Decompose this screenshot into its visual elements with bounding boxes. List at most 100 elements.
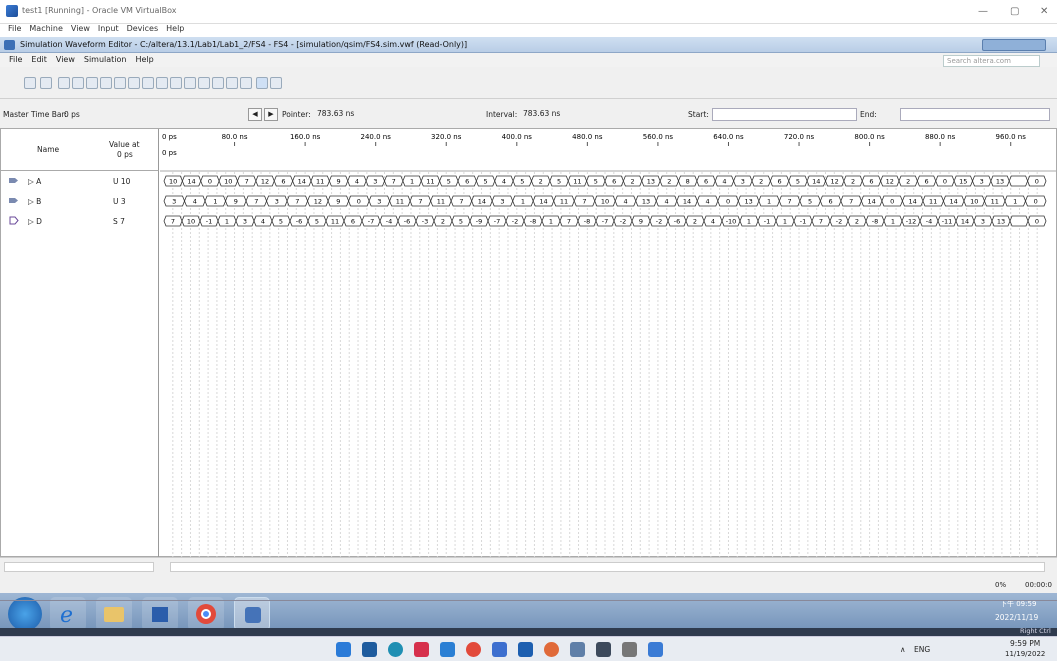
language-indicator[interactable]: ENG: [914, 645, 930, 654]
menu-help[interactable]: Help: [166, 24, 184, 33]
time-tick-label: 800.0 ns: [854, 133, 885, 141]
dont-care-icon[interactable]: [142, 77, 154, 89]
menu-machine[interactable]: Machine: [29, 24, 63, 33]
low-value-icon[interactable]: [58, 77, 70, 89]
clock-icon[interactable]: [184, 77, 196, 89]
pointer-label: Pointer:: [282, 110, 311, 119]
high-value-icon[interactable]: [72, 77, 84, 89]
master-time-bar-value[interactable]: 0 ps: [64, 110, 80, 119]
grid-icon[interactable]: [240, 77, 252, 89]
bus-value-label: 7: [245, 178, 249, 186]
time-bar: Master Time Bar: 0 ps ◀ ▶ Pointer: 783.6…: [0, 107, 1057, 123]
bus-value-label: -4: [386, 218, 392, 226]
bus-value-label: 1: [549, 218, 553, 226]
bus-value-label: 7: [171, 218, 175, 226]
timing-sim-icon[interactable]: [270, 77, 282, 89]
chrome-icon[interactable]: [188, 597, 224, 631]
file-icon[interactable]: [492, 642, 507, 657]
q-menu-help[interactable]: Help: [136, 53, 154, 67]
bus-value-label: 4: [502, 178, 506, 186]
random-values-icon[interactable]: [198, 77, 210, 89]
minimize-button[interactable]: —: [978, 6, 988, 17]
bus-value-label: 0: [1035, 178, 1039, 186]
windows-start-icon[interactable]: [336, 642, 351, 657]
quartus-icon: [4, 40, 15, 50]
select-tool-icon[interactable]: [24, 77, 36, 89]
bus-value-label: 3: [741, 178, 745, 186]
bus-value-label: 15: [959, 178, 967, 186]
arbitrary-value-icon[interactable]: [212, 77, 224, 89]
bus-value-label: 3: [981, 218, 985, 226]
bus-value-label: 4: [711, 218, 715, 226]
bus-value-label: 13: [997, 218, 1005, 226]
close-button[interactable]: ✕: [1040, 6, 1048, 17]
q-menu-view[interactable]: View: [56, 53, 75, 67]
bus-value-label: 14: [950, 198, 958, 206]
menu-devices[interactable]: Devices: [127, 24, 159, 33]
next-transition-button[interactable]: ▶: [264, 108, 278, 121]
wave-scrollbar[interactable]: [170, 562, 1045, 572]
bus-value-label: -6: [404, 218, 410, 226]
start-orb-icon[interactable]: [8, 597, 42, 631]
q-menu-simulation[interactable]: Simulation: [84, 53, 127, 67]
q-menu-file[interactable]: File: [9, 53, 22, 67]
quartus-menu-bar: File Edit View Simulation Help: [0, 53, 1057, 67]
bus-value-label: -8: [872, 218, 878, 226]
horizontal-scrollbar[interactable]: [0, 557, 1057, 575]
search-icon[interactable]: [362, 642, 377, 657]
invert-icon[interactable]: [156, 77, 168, 89]
bus-value-label: 5: [459, 218, 463, 226]
search-input[interactable]: Search altera.com: [943, 55, 1040, 67]
unknown-value-icon[interactable]: [86, 77, 98, 89]
ie-icon[interactable]: e: [50, 597, 86, 631]
count-value-icon[interactable]: [170, 77, 182, 89]
bus-value-label: 6: [465, 178, 469, 186]
quartus-task-icon[interactable]: [234, 597, 270, 631]
window-controls[interactable]: [982, 39, 1046, 51]
left-scrollbar[interactable]: [4, 562, 154, 572]
weak-high-icon[interactable]: [128, 77, 140, 89]
chrome-host-icon[interactable]: [466, 642, 481, 657]
menu-view[interactable]: View: [71, 24, 90, 33]
bus-value-label: 9: [336, 198, 340, 206]
menu-file[interactable]: File: [8, 24, 21, 33]
waveform-canvas[interactable]: 0 ps 0 ps 80.0 ns 160.0 ns 240.0 ns 320.0 ns 4…: [160, 129, 1056, 557]
q-menu-edit[interactable]: Edit: [31, 53, 47, 67]
folder-icon[interactable]: [96, 597, 132, 631]
edge-icon[interactable]: [388, 642, 403, 657]
outlook-icon[interactable]: [142, 597, 178, 631]
menu-input[interactable]: Input: [98, 24, 119, 33]
signal-row[interactable]: ▷ A U 10: [1, 171, 159, 191]
bus-value-label: 9: [234, 198, 238, 206]
bus-value-label: -9: [476, 218, 482, 226]
app-icon-orange[interactable]: [544, 642, 559, 657]
time-tick-label: 400.0 ns: [502, 133, 533, 141]
signal-row[interactable]: ▷ D S 7: [1, 211, 159, 231]
time-tick-label: 240.0 ns: [361, 133, 392, 141]
snap-grid-icon[interactable]: [226, 77, 238, 89]
guest-date: 2022/11/19: [995, 613, 1039, 622]
host-date: 11/19/2022: [1005, 650, 1046, 658]
hiz-value-icon[interactable]: [100, 77, 112, 89]
virtualbox-task-icon[interactable]: [648, 642, 663, 657]
bus-value-label: 14: [478, 198, 486, 206]
bus-value-label: 12: [314, 198, 322, 206]
app-icon-gray[interactable]: [622, 642, 637, 657]
word-icon[interactable]: [518, 642, 533, 657]
weak-low-icon[interactable]: [114, 77, 126, 89]
functional-sim-icon[interactable]: [256, 77, 268, 89]
prev-transition-button[interactable]: ◀: [248, 108, 262, 121]
bus-value-label: 3: [377, 198, 381, 206]
end-field[interactable]: [900, 108, 1050, 121]
settings-icon[interactable]: [570, 642, 585, 657]
signal-row[interactable]: ▷ B U 3: [1, 191, 159, 211]
bus-value-label: 14: [812, 178, 820, 186]
terminal-icon[interactable]: [596, 642, 611, 657]
maximize-button[interactable]: ▢: [1010, 6, 1019, 17]
bus-value-label: 2: [539, 178, 543, 186]
chevron-up-icon[interactable]: ∧: [900, 645, 906, 654]
app-icon-red[interactable]: [414, 642, 429, 657]
start-field[interactable]: [712, 108, 857, 121]
zoom-tool-icon[interactable]: [40, 77, 52, 89]
vscode-icon[interactable]: [440, 642, 455, 657]
